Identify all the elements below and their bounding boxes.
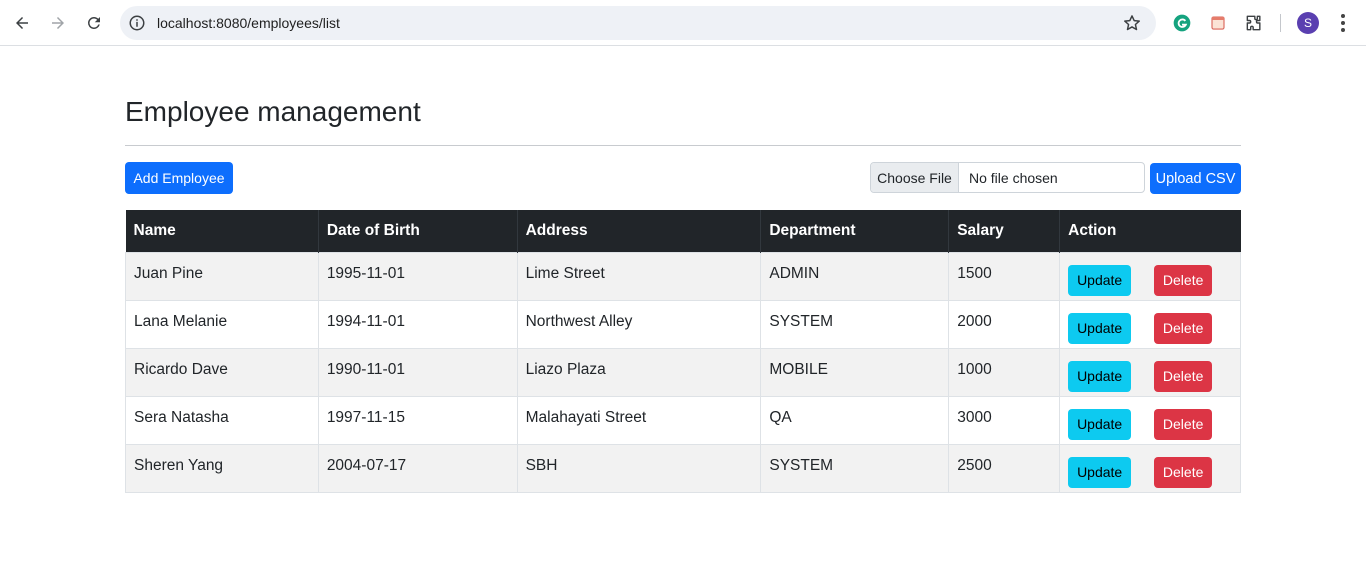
cell-salary: 2000 — [948, 299, 1061, 349]
cell-department: SYSTEM — [760, 299, 950, 349]
header-name: Name — [125, 210, 319, 252]
header-department: Department — [760, 210, 950, 252]
delete-button[interactable]: Delete — [1154, 264, 1213, 296]
table-row: Juan Pine 1995-11-01 Lime Street ADMIN 1… — [125, 251, 1241, 301]
menu-dots-icon[interactable] — [1333, 12, 1353, 34]
cell-department: ADMIN — [760, 251, 950, 301]
cell-department: MOBILE — [760, 347, 950, 397]
table-row: Lana Melanie 1994-11-01 Northwest Alley … — [125, 299, 1241, 349]
file-status-text: No file chosen — [969, 169, 1058, 186]
update-button[interactable]: Update — [1068, 456, 1132, 488]
delete-button[interactable]: Delete — [1154, 360, 1213, 392]
cell-dob: 1990-11-01 — [317, 347, 518, 397]
csv-file-input[interactable]: Choose File No file chosen — [870, 162, 1145, 193]
cell-name: Juan Pine — [125, 251, 319, 301]
site-info-icon[interactable] — [128, 14, 146, 32]
cell-salary: 3000 — [948, 395, 1061, 445]
cell-dob: 2004-07-17 — [317, 443, 518, 493]
cell-name: Ricardo Dave — [125, 347, 319, 397]
puzzle-extensions-icon[interactable] — [1243, 12, 1265, 34]
cell-address: Liazo Plaza — [516, 347, 762, 397]
cell-department: QA — [760, 395, 950, 445]
cell-department: SYSTEM — [760, 443, 950, 493]
cell-action: Update Delete — [1059, 251, 1241, 301]
employee-table: Name Date of Birth Address Department Sa… — [125, 210, 1241, 493]
url-text[interactable]: localhost:8080/employees/list — [157, 15, 340, 31]
update-button[interactable]: Update — [1068, 360, 1132, 392]
header-salary: Salary — [948, 210, 1061, 252]
browser-toolbar: localhost:8080/employees/list S — [0, 0, 1366, 46]
choose-file-button[interactable]: Choose File — [871, 163, 959, 192]
table-header-row: Name Date of Birth Address Department Sa… — [125, 210, 1241, 252]
table-row: Sera Natasha 1997-11-15 Malahayati Stree… — [125, 395, 1241, 445]
back-arrow-icon[interactable] — [7, 8, 37, 38]
cell-address: Malahayati Street — [516, 395, 762, 445]
add-employee-button[interactable]: Add Employee — [125, 162, 233, 194]
page-title: Employee management — [125, 96, 421, 127]
extension-icon[interactable] — [1207, 12, 1229, 34]
cell-dob: 1994-11-01 — [317, 299, 518, 349]
delete-button[interactable]: Delete — [1154, 312, 1213, 344]
header-dob: Date of Birth — [318, 210, 518, 252]
delete-button[interactable]: Delete — [1154, 456, 1213, 488]
reload-icon[interactable] — [79, 8, 109, 38]
grammarly-extension-icon[interactable] — [1171, 12, 1193, 34]
cell-dob: 1997-11-15 — [317, 395, 518, 445]
table-row: Ricardo Dave 1990-11-01 Liazo Plaza MOBI… — [125, 347, 1241, 397]
delete-button[interactable]: Delete — [1154, 408, 1213, 440]
cell-action: Update Delete — [1059, 347, 1241, 397]
header-action: Action — [1059, 210, 1241, 252]
header-address: Address — [517, 210, 762, 252]
cell-salary: 1000 — [948, 347, 1061, 397]
forward-arrow-icon[interactable] — [43, 8, 73, 38]
toolbar-divider — [1280, 14, 1281, 32]
cell-salary: 2500 — [948, 443, 1061, 493]
cell-address: SBH — [516, 443, 762, 493]
table-row: Sheren Yang 2004-07-17 SBH SYSTEM 2500 U… — [125, 443, 1241, 493]
update-button[interactable]: Update — [1068, 312, 1132, 344]
title-divider — [125, 145, 1241, 146]
cell-action: Update Delete — [1059, 299, 1241, 349]
cell-name: Sera Natasha — [125, 395, 319, 445]
update-button[interactable]: Update — [1068, 408, 1132, 440]
cell-address: Lime Street — [516, 251, 762, 301]
cell-action: Update Delete — [1059, 443, 1241, 493]
cell-name: Lana Melanie — [125, 299, 319, 349]
cell-salary: 1500 — [948, 251, 1061, 301]
profile-avatar[interactable]: S — [1297, 12, 1319, 34]
update-button[interactable]: Update — [1068, 264, 1132, 296]
cell-address: Northwest Alley — [516, 299, 762, 349]
address-bar[interactable]: localhost:8080/employees/list — [120, 6, 1156, 40]
cell-action: Update Delete — [1059, 395, 1241, 445]
bookmark-star-icon[interactable] — [1122, 13, 1142, 33]
cell-dob: 1995-11-01 — [317, 251, 518, 301]
upload-csv-button[interactable]: Upload CSV — [1150, 163, 1241, 194]
cell-name: Sheren Yang — [125, 443, 319, 493]
